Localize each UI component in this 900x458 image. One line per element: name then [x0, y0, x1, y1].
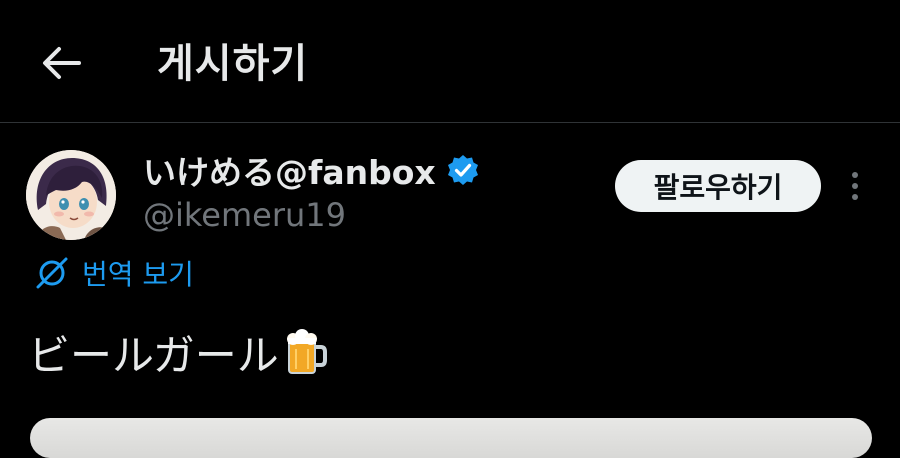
author-handle[interactable]: @ikemeru19 — [143, 193, 346, 237]
post-media-image[interactable] — [30, 418, 872, 458]
avatar[interactable] — [26, 150, 116, 240]
author-name-row: いけめる@fanbox — [143, 146, 480, 194]
avatar-illustration — [26, 150, 116, 240]
follow-button[interactable]: 팔로우하기 — [615, 160, 821, 212]
globe-translate-icon — [36, 257, 68, 289]
top-bar: 게시하기 — [0, 0, 900, 122]
translate-label: 번역 보기 — [82, 258, 194, 291]
more-options-button[interactable] — [838, 164, 872, 208]
beer-mug-icon — [286, 329, 327, 374]
verified-badge-icon — [447, 155, 478, 185]
translate-link[interactable]: 번역 보기 — [34, 251, 194, 295]
back-button[interactable] — [36, 40, 86, 86]
post-text: ビールガール — [28, 330, 279, 380]
page-title: 게시하기 — [157, 41, 309, 87]
author-display-name[interactable]: いけめる@fanbox — [143, 146, 436, 194]
header-divider — [0, 122, 900, 123]
arrow-left-icon — [43, 47, 81, 79]
post-body: ビールガール — [28, 322, 329, 382]
more-vertical-icon — [852, 172, 858, 200]
